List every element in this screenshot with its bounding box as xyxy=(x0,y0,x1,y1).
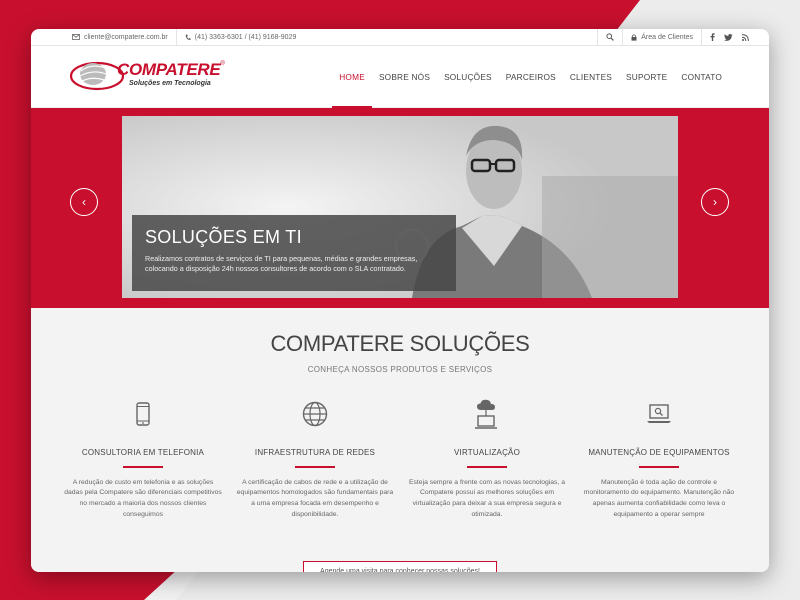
section-title: COMPATERE SOLUÇÕES xyxy=(270,331,530,356)
nav-home[interactable]: HOME xyxy=(332,46,372,109)
brand-name: COMPATERE xyxy=(117,60,221,79)
search-icon xyxy=(606,33,615,41)
search-button[interactable] xyxy=(597,29,622,45)
site-header: COMPATERE® Soluções em Tecnologia HOME S… xyxy=(31,46,769,109)
feature-text: A certificação de cabos de rede e a util… xyxy=(236,478,394,519)
feature-virtualizacao: VIRTUALIZAÇÃO Esteja sempre a frente com… xyxy=(401,399,573,521)
top-bar: cliente@compatere.com.br (41) 3363-6301 … xyxy=(31,29,769,46)
email-text: cliente@compatere.com.br xyxy=(84,33,168,41)
cloud-laptop-icon xyxy=(475,399,497,429)
social-links xyxy=(701,29,757,45)
slider-prev-button[interactable]: ‹ xyxy=(70,188,98,216)
feature-text: A redução de custo em telefonia e as sol… xyxy=(64,478,222,519)
twitter-icon[interactable] xyxy=(724,33,733,41)
globe-swoosh-logo-mark xyxy=(69,59,125,91)
phone-contact: (41) 3363-6301 / (41) 9168-9029 xyxy=(175,29,305,45)
feature-consultoria-telefonia: CONSULTORIA EM TELEFONIA A redução de cu… xyxy=(57,400,229,521)
feature-divider xyxy=(295,466,335,468)
feature-title: MANUTENÇÃO DE EQUIPAMENTOS xyxy=(588,448,730,457)
compatere-logo[interactable]: COMPATERE® Soluções em Tecnologia xyxy=(69,59,225,91)
nav-solucoes[interactable]: SOLUÇÕES xyxy=(437,46,499,108)
browser-frame: cliente@compatere.com.br (41) 3363-6301 … xyxy=(31,29,769,572)
nav-sobre-nos[interactable]: SOBRE NÓS xyxy=(372,46,437,108)
hero-text: Realizamos contratos de serviços de TI p… xyxy=(145,254,418,274)
feature-divider xyxy=(123,466,163,468)
features-list: CONSULTORIA EM TELEFONIA A redução de cu… xyxy=(57,399,747,521)
feature-text: Esteja sempre a frente com as novas tecn… xyxy=(408,478,566,519)
slider-next-button[interactable]: › xyxy=(701,188,729,216)
feature-divider xyxy=(639,466,679,468)
feature-divider xyxy=(467,466,507,468)
nav-parceiros[interactable]: PARCEIROS xyxy=(499,46,563,108)
laptop-search-icon xyxy=(647,404,671,423)
feature-manutencao-equipamentos: MANUTENÇÃO DE EQUIPAMENTOS Manutenção é … xyxy=(573,400,745,521)
phones-text: (41) 3363-6301 / (41) 9168-9029 xyxy=(194,33,297,41)
nav-suporte[interactable]: SUPORTE xyxy=(619,46,674,108)
main-nav: HOME SOBRE NÓS SOLUÇÕES PARCEIROS CLIENT… xyxy=(332,46,729,109)
chevron-right-icon: › xyxy=(713,195,717,209)
globe-icon xyxy=(302,401,328,427)
feature-infraestrutura-redes: INFRAESTRUTURA DE REDES A certificação d… xyxy=(229,400,401,521)
solutions-section: COMPATERE SOLUÇÕES CONHEÇA NOSSOS PRODUT… xyxy=(31,308,769,572)
client-area-link[interactable]: Área de Clientes xyxy=(622,29,701,45)
feature-text: Manutenção é toda ação de controle e mon… xyxy=(583,478,735,519)
smartphone-icon xyxy=(136,402,150,426)
feature-title: CONSULTORIA EM TELEFONIA xyxy=(81,448,205,457)
envelope-icon xyxy=(72,34,80,40)
chevron-left-icon: ‹ xyxy=(82,195,86,209)
email-contact[interactable]: cliente@compatere.com.br xyxy=(72,29,176,45)
hero-slide: SOLUÇÕES EM TI Realizamos contratos de s… xyxy=(122,116,678,298)
lock-icon xyxy=(631,33,637,41)
brand-tagline: Soluções em Tecnologia xyxy=(129,80,211,87)
nav-clientes[interactable]: CLIENTES xyxy=(563,46,619,108)
facebook-icon[interactable] xyxy=(710,33,715,41)
phone-icon xyxy=(185,34,191,40)
brand-registered-mark: ® xyxy=(220,61,225,67)
client-area-label: Área de Clientes xyxy=(641,33,693,41)
hero-slider: ‹ SOLUÇÕES EM TI Realizamos contratos de… xyxy=(31,108,769,308)
feature-title: INFRAESTRUTURA DE REDES xyxy=(254,448,376,457)
schedule-visit-button[interactable]: Agende uma visita para conhecer nossas s… xyxy=(303,561,497,572)
rss-icon[interactable] xyxy=(742,33,749,41)
hero-caption: SOLUÇÕES EM TI Realizamos contratos de s… xyxy=(132,215,456,291)
section-subtitle: CONHEÇA NOSSOS PRODUTOS E SERVIÇOS xyxy=(307,365,493,374)
nav-contato[interactable]: CONTATO xyxy=(674,46,729,108)
feature-title: VIRTUALIZAÇÃO xyxy=(453,448,521,457)
hero-title: SOLUÇÕES EM TI xyxy=(145,227,302,247)
